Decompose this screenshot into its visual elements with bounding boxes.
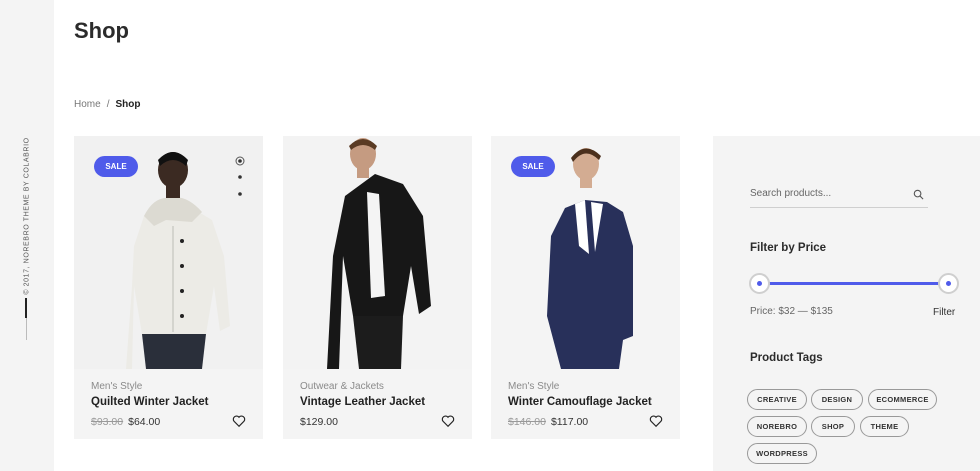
price-slider-track[interactable] (759, 282, 949, 285)
product-info: Men's Style Winter Camouflage Jacket $14… (491, 369, 680, 439)
breadcrumb: Home / Shop (74, 99, 140, 110)
product-tags-title: Product Tags (750, 352, 823, 364)
old-price: $93.00 (91, 416, 124, 428)
price-range-label: Price: $32 — $135 (750, 306, 833, 317)
sale-badge: SALE (94, 156, 138, 177)
handle-dot (757, 281, 762, 286)
search-icon[interactable] (913, 189, 924, 200)
gallery-dots[interactable] (235, 154, 249, 218)
product-info: Outwear & Jackets Vintage Leather Jacket… (283, 369, 472, 439)
side-strip: © 2017, NOREBRO THEME BY COLABRIO (0, 0, 54, 471)
old-price: $146.00 (508, 416, 546, 428)
product-price: $93.00 $64.00 (91, 416, 160, 428)
page-title: Shop (74, 18, 129, 43)
product-price: $129.00 (300, 416, 338, 428)
product-image[interactable] (283, 136, 472, 369)
sale-price: $117.00 (550, 416, 589, 428)
wishlist-heart-icon[interactable] (649, 414, 663, 428)
product-search (750, 180, 928, 208)
product-category[interactable]: Men's Style (508, 381, 559, 392)
product-name[interactable]: Vintage Leather Jacket (300, 396, 425, 408)
filter-button[interactable]: Filter (933, 307, 955, 318)
wishlist-heart-icon[interactable] (441, 414, 455, 428)
side-indicator-active (25, 298, 27, 318)
tag-norebro[interactable]: NOREBRO (747, 416, 807, 437)
tag-creative[interactable]: CREATIVE (747, 389, 807, 410)
sale-badge: SALE (511, 156, 555, 177)
product-category[interactable]: Outwear & Jackets (300, 381, 384, 392)
search-input[interactable] (750, 184, 910, 202)
product-card[interactable]: Outwear & Jackets Vintage Leather Jacket… (283, 136, 472, 439)
product-name[interactable]: Winter Camouflage Jacket (508, 396, 652, 408)
breadcrumb-home-link[interactable]: Home (74, 99, 101, 110)
tag-theme[interactable]: THEME (860, 416, 909, 437)
product-name[interactable]: Quilted Winter Jacket (91, 396, 208, 408)
product-category[interactable]: Men's Style (91, 381, 142, 392)
tag-shop[interactable]: SHOP (811, 416, 855, 437)
price-slider-max-handle[interactable] (938, 273, 959, 294)
product-info: Men's Style Quilted Winter Jacket $93.00… (74, 369, 263, 439)
filter-by-price-title: Filter by Price (750, 242, 827, 254)
sale-price: $64.00 (128, 416, 161, 428)
wishlist-heart-icon[interactable] (232, 414, 246, 428)
theme-credit: © 2017, NOREBRO THEME BY COLABRIO (23, 137, 31, 295)
product-price: $146.00 $117.00 (508, 416, 588, 428)
product-card[interactable]: SALE Men's Style Quilted Winter Jacket $… (74, 136, 263, 439)
handle-dot (946, 281, 951, 286)
tag-design[interactable]: DESIGN (811, 389, 863, 410)
breadcrumb-separator: / (106, 99, 110, 110)
product-photo-leather-jacket (283, 136, 472, 369)
tag-ecommerce[interactable]: ECOMMERCE (868, 389, 937, 410)
side-indicator (26, 318, 27, 340)
shop-sidebar: Filter by Price Price: $32 — $135 Filter… (713, 136, 980, 471)
price-slider-min-handle[interactable] (749, 273, 770, 294)
product-card[interactable]: SALE Men's Style Winter Camouflage Jacke… (491, 136, 680, 439)
product-image[interactable]: SALE (491, 136, 680, 369)
tag-wordpress[interactable]: WORDPRESS (747, 443, 817, 464)
regular-price: $129.00 (300, 416, 338, 428)
product-image[interactable]: SALE (74, 136, 263, 369)
breadcrumb-current: Shop (115, 99, 141, 110)
